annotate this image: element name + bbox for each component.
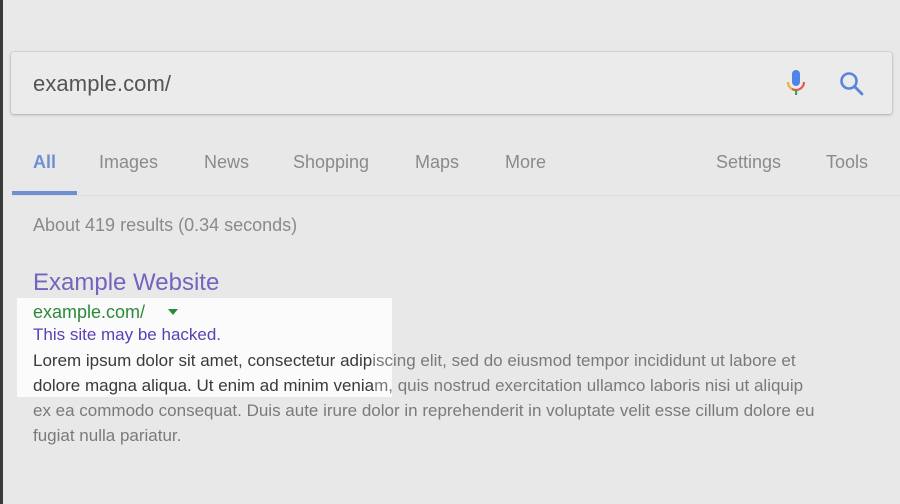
window-edge: [0, 0, 3, 504]
snippet-line: fugiat nulla pariatur.: [33, 423, 883, 448]
snippet-text: ex ea commodo consequat. Duis aute irure…: [33, 401, 815, 420]
tab-images[interactable]: Images: [99, 152, 158, 173]
tab-news[interactable]: News: [204, 152, 249, 173]
microphone-icon[interactable]: [784, 68, 808, 100]
snippet-line: Lorem ipsum dolor sit amet, consectetur …: [33, 348, 883, 373]
result-snippet: Lorem ipsum dolor sit amet, consectetur …: [33, 348, 883, 448]
search-tabs: All Images News Shopping Maps More Setti…: [11, 140, 900, 196]
result-title-link[interactable]: Example Website: [33, 269, 219, 297]
search-box[interactable]: example.com/: [11, 52, 892, 114]
tab-all[interactable]: All: [33, 152, 56, 173]
magnifier-icon: [840, 72, 864, 96]
snippet-text: iscing elit, sed do eiusmod tempor incid…: [372, 351, 796, 370]
tab-shopping[interactable]: Shopping: [293, 152, 369, 173]
tab-more[interactable]: More: [505, 152, 546, 173]
tab-settings[interactable]: Settings: [716, 152, 781, 173]
results-stats: About 419 results (0.34 seconds): [33, 215, 298, 235]
search-button[interactable]: [837, 69, 867, 99]
top-band: [3, 0, 900, 40]
tab-tools[interactable]: Tools: [826, 152, 868, 173]
url-dropdown-caret-icon[interactable]: [168, 309, 178, 315]
search-input[interactable]: example.com/: [33, 71, 171, 97]
snippet-text: fugiat nulla pariatur.: [33, 426, 182, 445]
snippet-line: dolore magna aliqua. Ut enim ad minim ve…: [33, 373, 883, 398]
snippet-text: m, quis nostrud exercitation ullamco lab…: [374, 376, 804, 395]
snippet-highlighted: dolore magna aliqua. Ut enim ad minim ve…: [33, 376, 375, 395]
tab-maps[interactable]: Maps: [415, 152, 459, 173]
snippet-line: ex ea commodo consequat. Duis aute irure…: [33, 398, 883, 423]
result-url[interactable]: example.com/: [33, 302, 145, 323]
hacked-warning-link[interactable]: This site may be hacked.: [33, 325, 221, 345]
active-tab-indicator: [12, 191, 77, 195]
snippet-highlighted: Lorem ipsum dolor sit amet, consectetur …: [33, 351, 373, 370]
